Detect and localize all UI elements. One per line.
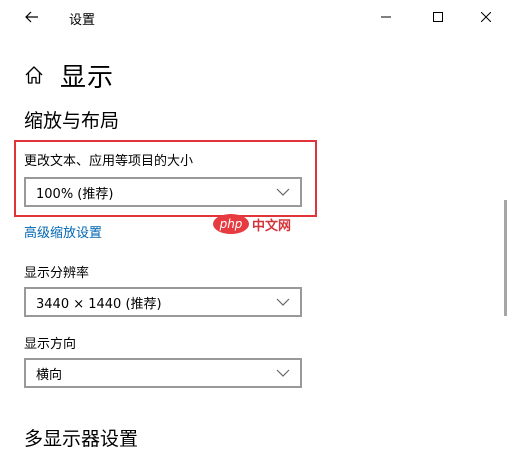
settings-window: 设置 显示 缩放与布局 更改文本、应用等项目的大小 100% (推荐) 高级缩放… bbox=[0, 0, 516, 452]
chevron-down-icon bbox=[276, 369, 290, 377]
section-title-scale-layout: 缩放与布局 bbox=[24, 110, 120, 132]
maximize-icon bbox=[433, 12, 443, 22]
window-title: 设置 bbox=[69, 13, 96, 28]
orientation-dropdown[interactable]: 横向 bbox=[24, 358, 302, 388]
page-title: 显示 bbox=[60, 62, 115, 93]
resolution-value: 3440 × 1440 (推荐) bbox=[36, 296, 162, 312]
title-bar: 设置 bbox=[0, 0, 516, 34]
home-icon[interactable] bbox=[24, 65, 44, 85]
text-size-value: 100% (推荐) bbox=[36, 186, 114, 202]
watermark: php 中文网 bbox=[213, 214, 291, 234]
page-header: 显示 bbox=[24, 58, 115, 93]
resolution-label: 显示分辨率 bbox=[24, 266, 90, 281]
minimize-button[interactable] bbox=[363, 2, 409, 32]
orientation-value: 横向 bbox=[36, 367, 63, 383]
close-icon bbox=[481, 12, 491, 22]
back-arrow-icon bbox=[25, 11, 38, 23]
section-title-multiple-displays: 多显示器设置 bbox=[24, 428, 139, 450]
chevron-down-icon bbox=[276, 298, 290, 306]
chevron-down-icon bbox=[276, 188, 290, 196]
advanced-scaling-link[interactable]: 高级缩放设置 bbox=[24, 222, 102, 241]
scrollbar-thumb[interactable] bbox=[504, 200, 507, 316]
resolution-dropdown[interactable]: 3440 × 1440 (推荐) bbox=[24, 287, 302, 317]
minimize-icon bbox=[381, 16, 391, 18]
watermark-logo: php bbox=[213, 214, 249, 234]
text-size-label: 更改文本、应用等项目的大小 bbox=[24, 154, 194, 169]
watermark-text: 中文网 bbox=[252, 218, 292, 234]
maximize-button[interactable] bbox=[415, 2, 461, 32]
back-button[interactable] bbox=[16, 4, 48, 30]
close-button[interactable] bbox=[463, 2, 509, 32]
text-size-dropdown[interactable]: 100% (推荐) bbox=[24, 177, 302, 207]
orientation-label: 显示方向 bbox=[24, 337, 77, 352]
